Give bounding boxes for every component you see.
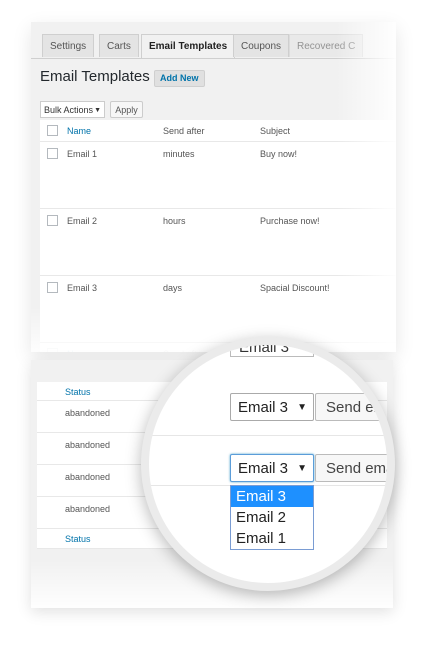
cart-status: abandoned (65, 472, 111, 482)
dropdown-option[interactable]: Email 2 (231, 507, 313, 528)
row-checkbox[interactable] (47, 282, 58, 293)
email-send-after: minutes (163, 149, 195, 159)
email-template-select-open[interactable]: Email 3 ▼ (230, 454, 314, 482)
cart-status: abandoned (65, 440, 111, 450)
email-name[interactable]: Email 3 (67, 283, 97, 293)
add-new-button[interactable]: Add New (154, 70, 205, 87)
email-send-after: days (163, 283, 183, 293)
bulk-actions-select[interactable]: Bulk Actions ▼ (40, 101, 105, 118)
fade-overlay-right (336, 22, 396, 352)
dropdown-option[interactable]: Email 1 (231, 528, 313, 549)
row-checkbox[interactable] (47, 148, 58, 159)
column-header-subject: Subject (260, 126, 291, 136)
chevron-down-icon: ▼ (94, 107, 101, 114)
cart-status: abandoned (65, 408, 111, 418)
email-templates-panel: Settings Carts Email Templates Coupons R… (31, 22, 396, 352)
dropdown-option[interactable]: Email 3 (231, 486, 313, 507)
column-header-send-after: Send after (163, 126, 205, 136)
tab-settings[interactable]: Settings (42, 34, 95, 57)
tab-coupons[interactable]: Coupons (233, 34, 290, 57)
page-title: Email Templates (40, 68, 150, 85)
column-header-status[interactable]: Status (65, 387, 91, 397)
email-name[interactable]: Email 1 (67, 149, 97, 159)
cart-status: abandoned (65, 504, 111, 514)
email-template-select[interactable]: Email 3 ▼ (230, 393, 314, 421)
selected-template-label: Email 3 (238, 460, 289, 477)
tab-carts[interactable]: Carts (99, 34, 139, 57)
email-name[interactable]: Email 2 (67, 216, 97, 226)
apply-button[interactable]: Apply (110, 101, 143, 118)
chevron-down-icon: ▼ (297, 402, 307, 413)
column-footer-status[interactable]: Status (65, 534, 91, 544)
magnifier-lens: Email 3 Email 3 ▼ Send email 20 Email 3 … (149, 345, 387, 583)
row-fragment: 20 (376, 407, 385, 416)
email-send-after: hours (163, 216, 186, 226)
email-subject: Buy now! (260, 149, 298, 159)
email-template-select-above[interactable]: Email 3 (230, 345, 314, 357)
tab-email-templates[interactable]: Email Templates (141, 34, 236, 58)
selected-template-label: Email 3 (238, 399, 289, 416)
send-email-button[interactable]: Send email (315, 454, 387, 482)
email-template-dropdown: Email 3 Email 2 Email 1 (230, 485, 314, 550)
bulk-actions-label: Bulk Actions (44, 105, 94, 115)
email-subject: Spacial Discount! (260, 283, 330, 293)
row-checkbox[interactable] (47, 215, 58, 226)
email-subject: Purchase now! (260, 216, 320, 226)
select-all-checkbox[interactable] (47, 125, 58, 136)
column-header-name[interactable]: Name (67, 126, 91, 136)
chevron-down-icon: ▼ (297, 463, 307, 474)
